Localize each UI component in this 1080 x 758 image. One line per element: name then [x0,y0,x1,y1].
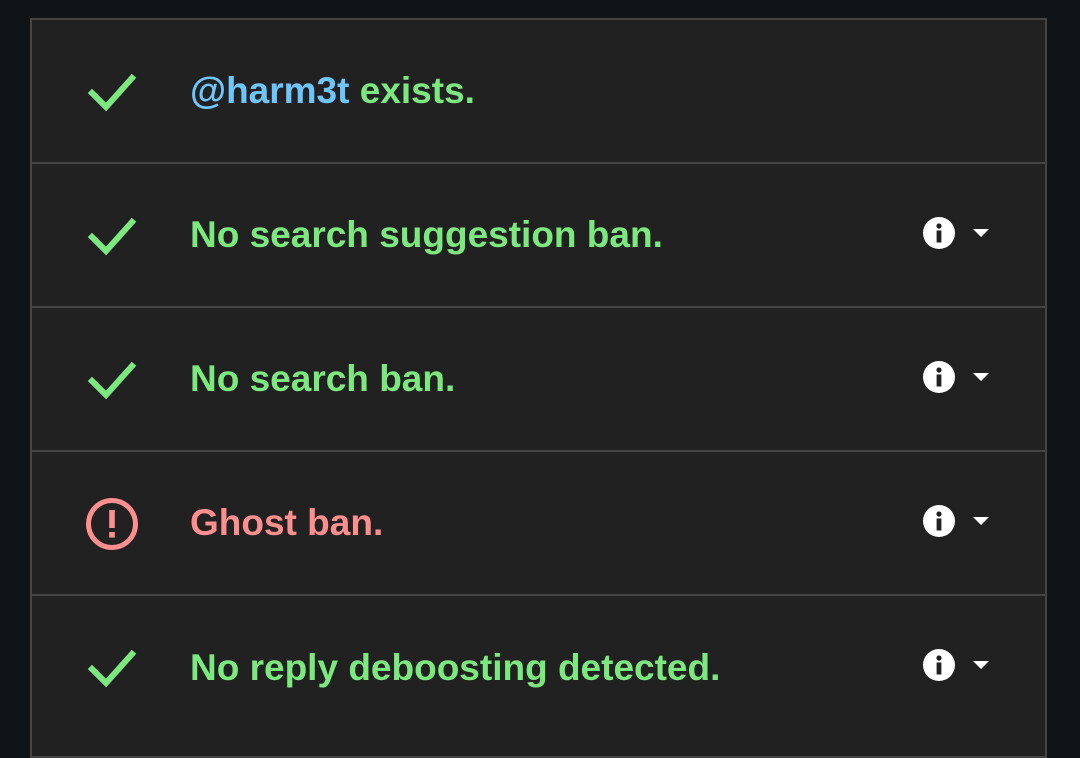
row-actions [922,648,1012,682]
result-row-ghost-ban: Ghost ban. [32,452,1045,596]
username-handle[interactable]: @harm3t [190,70,349,111]
caret-down-icon[interactable] [968,652,994,678]
caret-down-icon[interactable] [968,220,994,246]
result-label: No search suggestion ban. [190,214,663,255]
row-actions [922,216,1012,250]
result-label: exists. [349,70,475,111]
caret-down-icon[interactable] [968,364,994,390]
result-row-search-suggestion-ban: No search suggestion ban. [32,164,1045,308]
result-text: @harm3t exists. [190,70,475,112]
check-icon [82,210,142,262]
check-icon [82,354,142,406]
alert-circle-icon [82,498,142,550]
result-row-exists: @harm3t exists. [32,20,1045,164]
result-label: No reply deboosting detected. [190,647,721,688]
result-label: No search ban. [190,358,456,399]
info-icon[interactable] [922,504,956,538]
results-panel: @harm3t exists. No search suggestion ban… [30,18,1047,758]
row-actions [922,360,1012,394]
check-icon [82,66,142,118]
row-actions [922,504,1012,538]
result-label: Ghost ban. [190,502,384,543]
result-row-search-ban: No search ban. [32,308,1045,452]
info-icon[interactable] [922,648,956,682]
info-icon[interactable] [922,360,956,394]
check-icon [82,642,142,694]
caret-down-icon[interactable] [968,508,994,534]
info-icon[interactable] [922,216,956,250]
result-row-reply-deboosting: No reply deboosting detected. [32,596,1045,740]
